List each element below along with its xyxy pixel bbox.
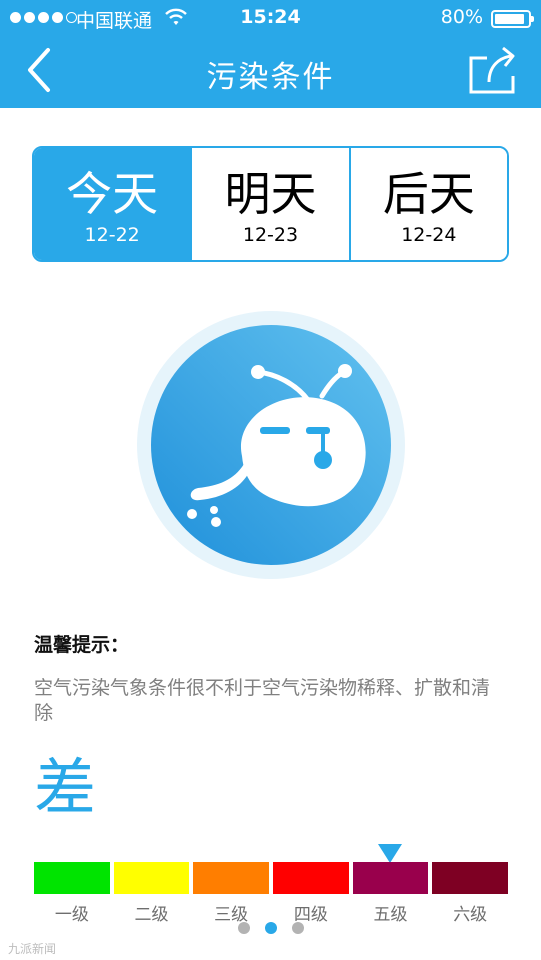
- tab-today-label: 今天: [66, 167, 159, 221]
- tip-text: 空气污染气象条件很不利于空气污染物稀释、扩散和清除: [34, 677, 491, 724]
- battery-icon: [491, 10, 534, 28]
- level-1-bar: [34, 862, 110, 894]
- tab-day-after-tomorrow[interactable]: 后天 12-24: [348, 148, 507, 260]
- current-level-marker: [378, 844, 402, 863]
- level-5-bar: [352, 862, 429, 894]
- pollution-level-scale: [34, 862, 509, 894]
- tab-tomorrow[interactable]: 明天 12-23: [190, 148, 349, 260]
- tab-tomorrow-date: 12-23: [242, 224, 299, 246]
- battery-percent: 80%: [440, 6, 483, 28]
- status-bar: 中国联通 15:24 80%: [0, 0, 541, 36]
- tip-title: 温馨提示：: [34, 634, 130, 656]
- page-dot[interactable]: [237, 922, 250, 934]
- watermark: 九派新闻: [8, 942, 57, 956]
- tab-tomorrow-label: 明天: [224, 167, 317, 221]
- sick-mascot-icon: [137, 311, 405, 579]
- level-4-bar: [273, 862, 349, 894]
- app-header: 中国联通 15:24 80% 污染条件: [0, 0, 541, 108]
- page-indicator: [0, 922, 541, 934]
- tab-today-date: 12-22: [84, 224, 140, 246]
- page-dot[interactable]: [291, 922, 304, 934]
- page-dot-active[interactable]: [264, 922, 277, 934]
- share-button[interactable]: [467, 44, 519, 96]
- day-tabs: 今天 12-22 明天 12-23 后天 12-24: [32, 146, 509, 262]
- page-title: 污染条件: [206, 60, 335, 95]
- tab-day-after-label: 后天: [382, 167, 475, 221]
- tab-day-after-date: 12-24: [401, 224, 457, 246]
- level-2-bar: [113, 862, 190, 894]
- level-3-bar: [193, 862, 270, 894]
- tab-today[interactable]: 今天 12-22: [34, 148, 191, 260]
- pollution-grade: 差: [34, 751, 97, 824]
- level-6-bar: [432, 862, 509, 894]
